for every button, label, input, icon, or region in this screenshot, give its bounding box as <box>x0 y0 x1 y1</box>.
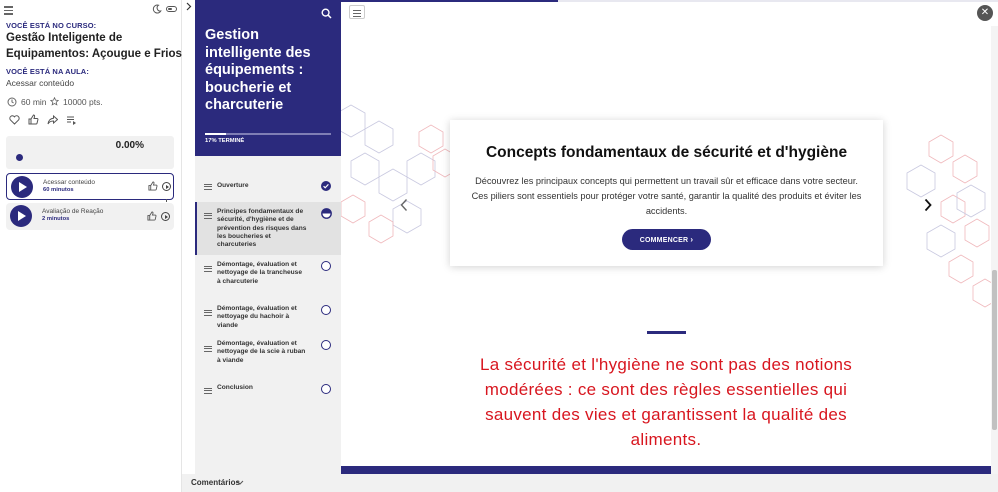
outline-item-label: Démontage, évaluation et nettoyage de la… <box>217 261 303 285</box>
share-icon[interactable] <box>47 115 58 125</box>
check-circle-icon <box>321 181 331 191</box>
top-progress-track <box>558 0 998 2</box>
start-button-label: COMMENCER <box>639 237 689 244</box>
list-icon <box>204 308 212 317</box>
hamburger-icon[interactable] <box>349 5 365 19</box>
video-lesson-icon <box>11 176 33 198</box>
lesson-item[interactable]: Acessar conteúdo 60 minutos <box>6 173 174 200</box>
chevron-left-icon[interactable] <box>399 198 409 212</box>
empty-circle-icon <box>321 340 331 350</box>
thumbs-up-icon[interactable] <box>148 181 158 191</box>
chevron-down-icon <box>236 480 244 485</box>
progress-dot <box>16 154 23 161</box>
lesson-content: ✕ Concepts fondamentaux de sécurité et d… <box>341 0 998 474</box>
outline-item-hachoir[interactable]: Démontage, évaluation et nettoyage du ha… <box>195 302 341 336</box>
chevron-right-icon[interactable] <box>923 198 933 212</box>
outline-item-label: Démontage, évaluation et nettoyage du ha… <box>217 305 297 329</box>
module-progress-text: 17% TERMINÉ <box>205 138 245 144</box>
course-label: VOCÊ ESTÁ NO CURSO: <box>6 21 97 30</box>
scrollbar-thumb[interactable] <box>992 270 997 430</box>
lesson-item[interactable]: Avaliação de Reação 2 minutos <box>6 203 174 230</box>
comments-label: Comentários <box>191 478 240 487</box>
close-icon[interactable]: ✕ <box>977 5 993 21</box>
quote-text: La sécurité et l'hygiène ne sont pas des… <box>479 355 853 449</box>
lesson-duration: 2 minutos <box>42 216 70 222</box>
outline-item-label: Ouverture <box>217 182 249 189</box>
lesson-title: Acessar conteúdo <box>43 179 96 186</box>
lesson-label: VOCÊ ESTÁ NA AULA: <box>6 67 89 76</box>
thumbs-up-icon[interactable] <box>147 211 157 221</box>
module-progress-bar <box>205 133 331 135</box>
card-title: Concepts fondamentaux de sécurité et d'h… <box>485 144 848 161</box>
list-icon <box>204 386 212 395</box>
clock-icon <box>7 97 17 107</box>
course-title: Gestão Inteligente de Equipamentos: Açou… <box>6 32 182 60</box>
outline-item-conclusion[interactable]: Conclusion <box>195 380 341 400</box>
module-title: Gestion intelligente des équipements : b… <box>205 27 311 113</box>
list-icon <box>204 211 212 220</box>
chevron-right-icon: › <box>690 235 694 244</box>
outline-item-label: Démontage, évaluation et nettoyage de la… <box>217 340 306 364</box>
top-progress-line <box>341 0 558 2</box>
progress-percent: 0.00% <box>115 140 144 151</box>
duration: 60 min <box>21 97 47 107</box>
list-icon <box>204 264 212 273</box>
course-progress: 0.00% <box>6 136 174 169</box>
video-lesson-icon <box>10 205 32 227</box>
comments-bar[interactable]: Comentários <box>182 474 998 492</box>
bottom-band <box>341 466 991 474</box>
empty-circle-icon <box>321 261 331 271</box>
module-header: Gestion intelligente des équipements : b… <box>195 0 341 156</box>
thumbs-up-icon[interactable] <box>28 114 39 125</box>
concept-card: Concepts fondamentaux de sécurité et d'h… <box>450 120 883 266</box>
card-text: Découvrez les principaux concepts qui pe… <box>471 176 862 216</box>
outline-item-scie[interactable]: Démontage, évaluation et nettoyage de la… <box>195 338 341 378</box>
points: 10000 pts. <box>63 97 103 107</box>
outline-item-ouverture[interactable]: Ouverture <box>195 172 341 200</box>
list-icon <box>204 344 212 353</box>
lesson-name: Acessar conteúdo <box>6 78 75 88</box>
chevron-right-icon[interactable] <box>185 2 193 11</box>
module-progress-fill <box>205 133 227 135</box>
outline-item-label: Conclusion <box>217 384 253 391</box>
module-outline: Gestion intelligente des équipements : b… <box>195 0 341 474</box>
list-icon <box>204 182 212 191</box>
start-button[interactable]: COMMENCER › <box>622 229 711 250</box>
course-sidebar: VOCÊ ESTÁ NO CURSO: Gestão Inteligente d… <box>0 0 182 492</box>
moon-icon[interactable] <box>152 4 162 14</box>
playlist-icon[interactable] <box>66 115 77 125</box>
divider <box>647 331 686 334</box>
play-circle-icon[interactable] <box>161 212 170 221</box>
half-circle-icon <box>321 208 332 219</box>
empty-circle-icon <box>321 384 331 394</box>
outline-item-trancheuse[interactable]: Démontage, évaluation et nettoyage de la… <box>195 258 341 298</box>
heart-icon[interactable] <box>9 115 20 125</box>
hamburger-icon[interactable] <box>4 4 13 17</box>
outline-item-principes[interactable]: Principes fondamentaux de sécurité, d'hy… <box>195 202 341 255</box>
toggle-icon[interactable] <box>166 6 177 12</box>
search-icon[interactable] <box>321 8 332 19</box>
empty-circle-icon <box>321 305 331 315</box>
outline-item-label: Principes fondamentaux de sécurité, d'hy… <box>217 208 307 249</box>
lesson-title: Avaliação de Reação <box>42 208 104 215</box>
star-icon <box>50 97 59 106</box>
play-circle-icon[interactable] <box>162 182 171 191</box>
lesson-duration: 60 minutos <box>43 187 74 193</box>
